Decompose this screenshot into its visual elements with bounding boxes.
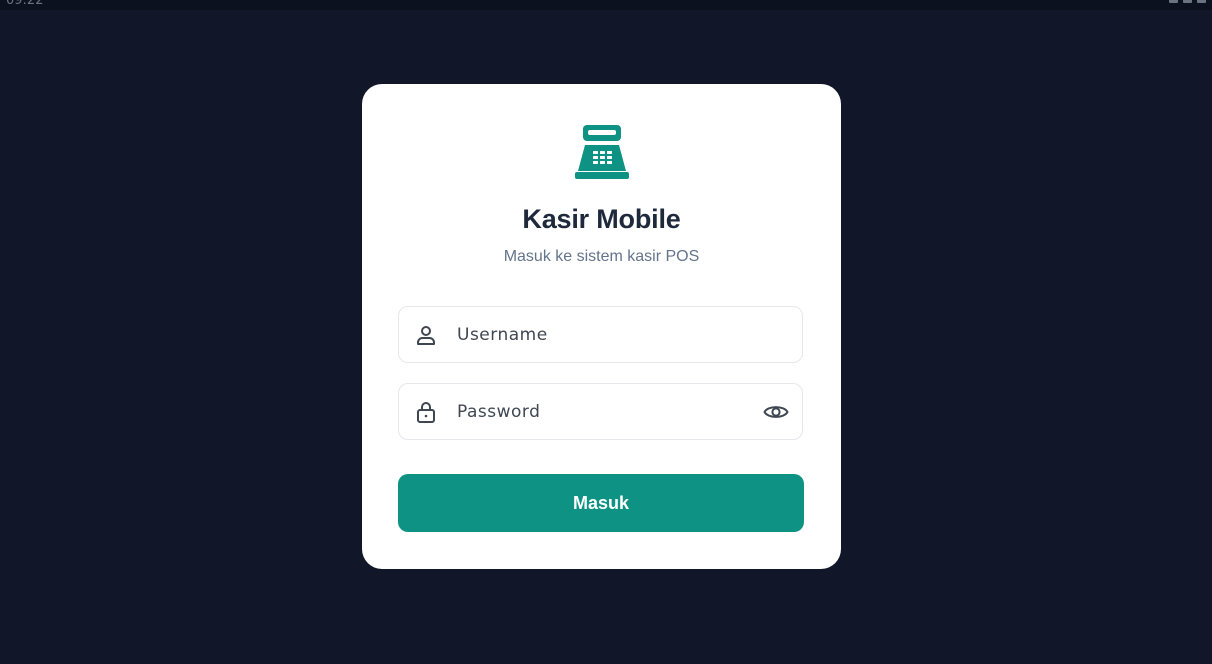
password-input[interactable]: [457, 398, 747, 426]
app-title: Kasir Mobile: [522, 204, 681, 234]
wifi-icon: [1169, 0, 1178, 3]
username-input[interactable]: [457, 321, 747, 349]
cash-register-icon: [575, 125, 629, 179]
username-field[interactable]: [398, 306, 803, 363]
status-icons: [1169, 0, 1206, 3]
status-bar: 09:22: [0, 0, 1212, 10]
eye-icon[interactable]: [763, 399, 789, 425]
login-card: Kasir Mobile Masuk ke sistem kasir POS M…: [362, 84, 841, 569]
lock-icon: [417, 402, 435, 423]
app-subtitle: Masuk ke sistem kasir POS: [503, 248, 700, 265]
status-time: 09:22: [6, 0, 44, 8]
person-icon: [417, 326, 435, 345]
signal-icon: [1183, 0, 1192, 3]
password-field[interactable]: [398, 383, 803, 440]
battery-icon: [1197, 0, 1206, 3]
login-button[interactable]: Masuk: [398, 474, 804, 532]
